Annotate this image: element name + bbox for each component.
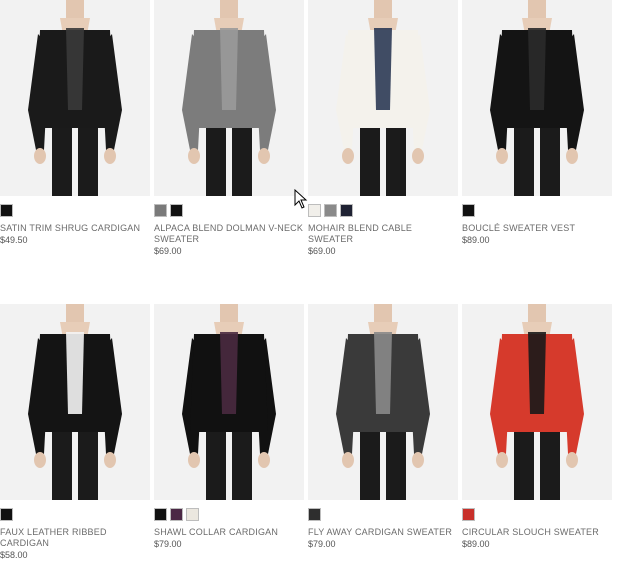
product-name[interactable]: SHAWL COLLAR CARDIGAN [154,527,304,538]
color-swatches [154,204,304,217]
color-swatches [154,508,304,521]
product-card[interactable]: ALPACA BLEND DOLMAN V-NECK SWEATER $69.0… [154,0,304,256]
product-card[interactable]: SATIN TRIM SHRUG CARDIGAN $49.50 [0,0,150,245]
product-price: $79.00 [308,539,336,549]
product-image[interactable] [308,0,458,196]
product-price: $58.00 [0,550,28,560]
color-swatch[interactable] [340,204,353,217]
product-name[interactable]: FAUX LEATHER RIBBED CARDIGAN [0,527,150,549]
color-swatch[interactable] [154,204,167,217]
product-name[interactable]: FLY AWAY CARDIGAN SWEATER [308,527,458,538]
product-price: $69.00 [308,246,336,256]
product-image[interactable] [462,0,612,196]
color-swatches [0,508,150,521]
product-card[interactable]: BOUCLÉ SWEATER VEST $89.00 [462,0,612,245]
model-figure [308,0,458,196]
product-price: $79.00 [154,539,182,549]
color-swatch[interactable] [0,508,13,521]
mouse-cursor-icon [294,189,308,209]
model-figure [0,0,150,196]
model-figure [462,0,612,196]
model-figure [154,0,304,196]
product-price: $69.00 [154,246,182,256]
color-swatch[interactable] [0,204,13,217]
product-image[interactable] [0,0,150,196]
product-price: $89.00 [462,539,490,549]
product-name[interactable]: SATIN TRIM SHRUG CARDIGAN [0,223,150,234]
color-swatch[interactable] [308,204,321,217]
color-swatch[interactable] [462,204,475,217]
product-image[interactable] [0,304,150,500]
color-swatch[interactable] [186,508,199,521]
product-name[interactable]: CIRCULAR SLOUCH SWEATER [462,527,612,538]
product-image[interactable] [462,304,612,500]
product-name[interactable]: BOUCLÉ SWEATER VEST [462,223,612,234]
color-swatches [462,508,612,521]
product-name[interactable]: ALPACA BLEND DOLMAN V-NECK SWEATER [154,223,304,245]
color-swatch[interactable] [324,204,337,217]
color-swatches [0,204,150,217]
product-card[interactable]: CIRCULAR SLOUCH SWEATER $89.00 [462,304,612,549]
color-swatches [462,204,612,217]
product-price: $49.50 [0,235,28,245]
product-name[interactable]: MOHAIR BLEND CABLE SWEATER [308,223,458,245]
product-image[interactable] [154,304,304,500]
model-figure [462,304,612,500]
color-swatches [308,204,458,217]
product-price: $89.00 [462,235,490,245]
product-image[interactable] [308,304,458,500]
product-card[interactable]: FLY AWAY CARDIGAN SWEATER $79.00 [308,304,458,549]
product-card[interactable]: SHAWL COLLAR CARDIGAN $79.00 [154,304,304,549]
color-swatch[interactable] [154,508,167,521]
color-swatch[interactable] [462,508,475,521]
model-figure [0,304,150,500]
product-card[interactable]: FAUX LEATHER RIBBED CARDIGAN $58.00 [0,304,150,560]
product-grid: SATIN TRIM SHRUG CARDIGAN $49.50 ALPACA … [0,0,640,576]
color-swatch[interactable] [170,508,183,521]
color-swatch[interactable] [170,204,183,217]
color-swatches [308,508,458,521]
product-image[interactable] [154,0,304,196]
color-swatch[interactable] [308,508,321,521]
model-figure [308,304,458,500]
model-figure [154,304,304,500]
product-card[interactable]: MOHAIR BLEND CABLE SWEATER $69.00 [308,0,458,256]
